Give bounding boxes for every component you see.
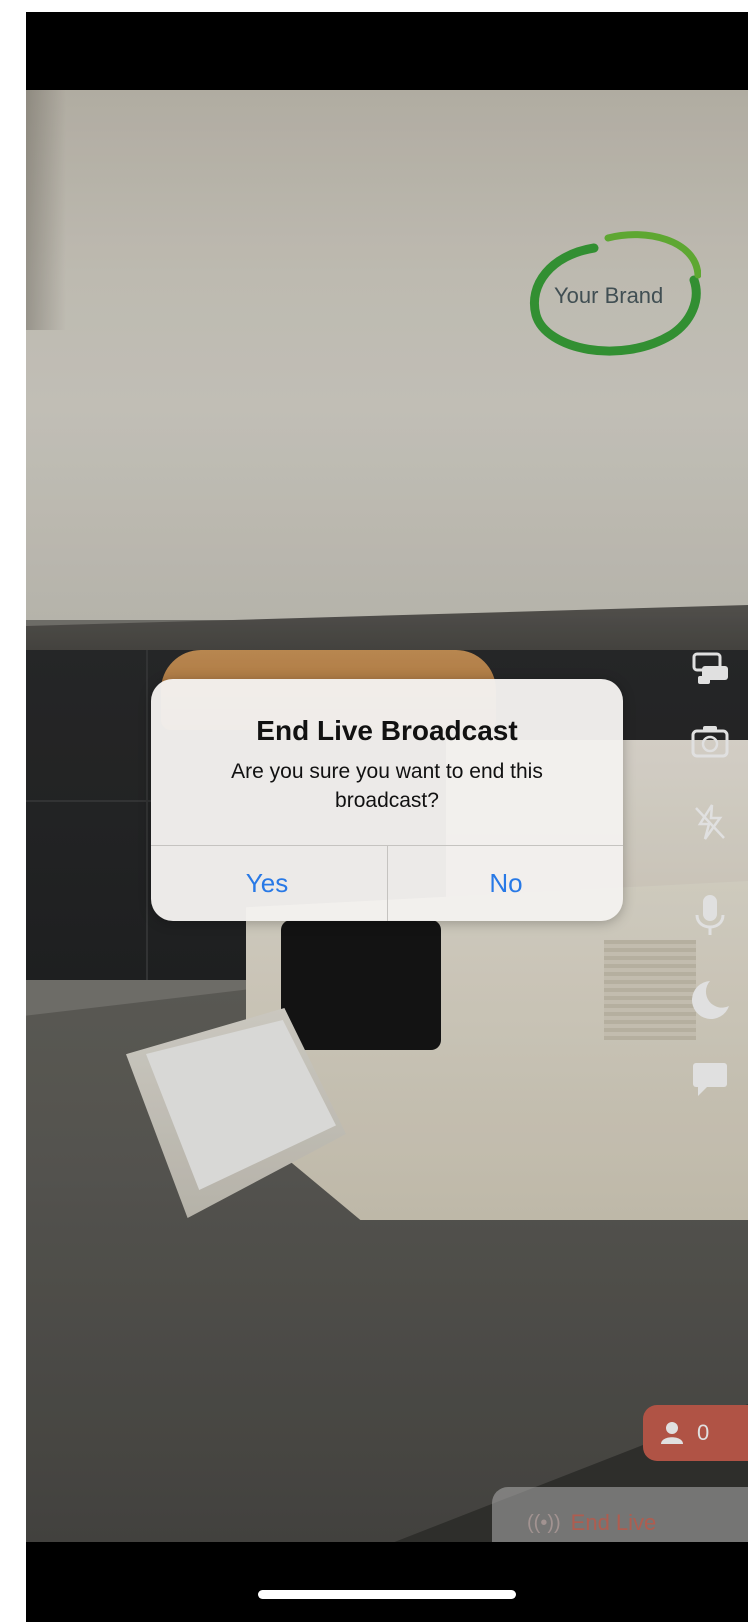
home-indicator[interactable] [258, 1590, 516, 1599]
end-broadcast-alert: End Live Broadcast Are you sure you want… [151, 679, 623, 921]
no-button[interactable]: No [388, 846, 623, 921]
alert-message: Are you sure you want to end this broadc… [231, 760, 543, 812]
yes-button[interactable]: Yes [151, 846, 385, 921]
alert-title: End Live Broadcast [256, 715, 518, 746]
phone-screen: Your Brand 0 ((•)) End Live End Live Bro… [26, 12, 748, 1622]
